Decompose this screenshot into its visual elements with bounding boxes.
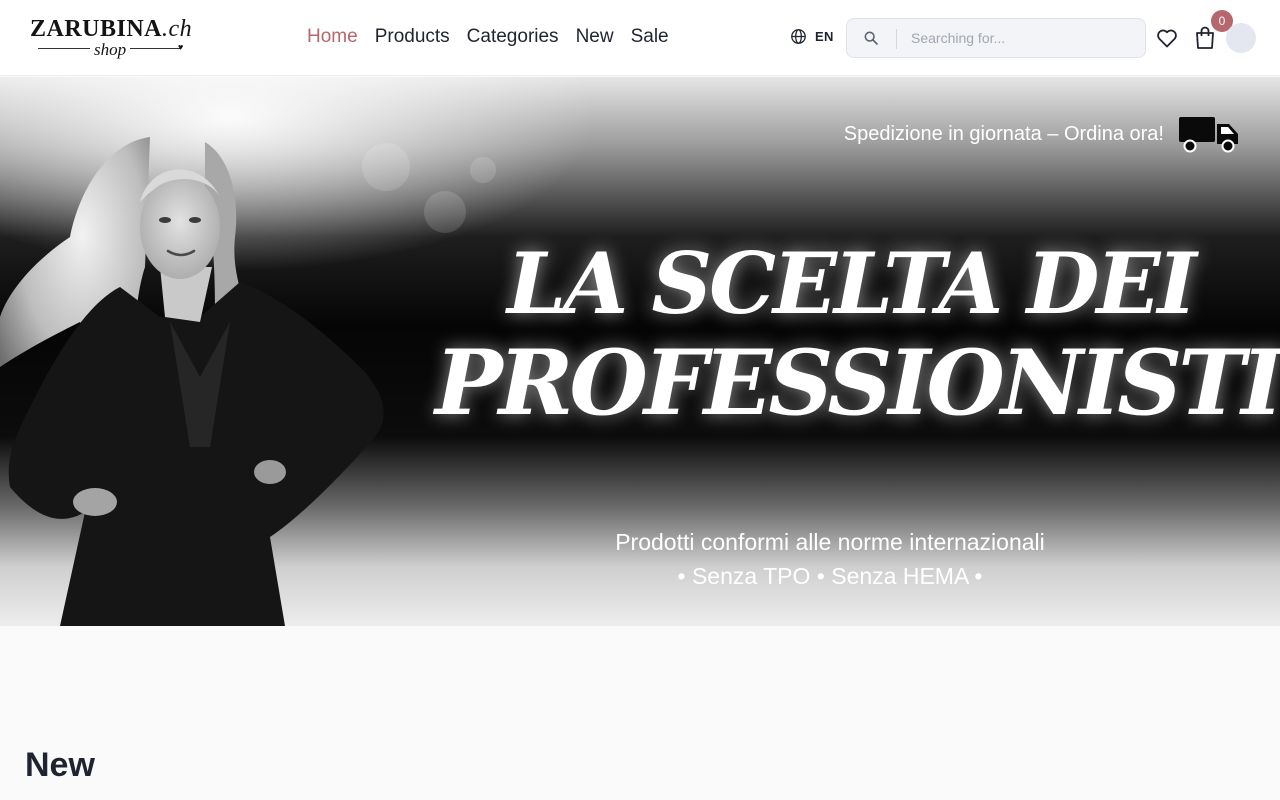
bokeh-light <box>470 157 496 183</box>
nav-categories[interactable]: Categories <box>467 26 559 48</box>
logo-domain-text: .ch <box>162 16 193 42</box>
logo-sub-text: shop <box>90 40 131 60</box>
shipping-notice[interactable]: Spedizione in giornata – Ordina ora! <box>844 115 1240 153</box>
language-label: EN <box>815 29 834 44</box>
subtitle-line-1: Prodotti conformi alle norme internazion… <box>615 529 1045 555</box>
logo[interactable]: ZARUBINA.ch shop ♥ <box>28 14 198 66</box>
search-icon[interactable] <box>863 30 879 46</box>
cart-button[interactable] <box>1193 25 1217 56</box>
subtitle-line-2: • Senza TPO • Senza HEMA • <box>677 563 983 589</box>
nav-sale[interactable]: Sale <box>631 26 669 48</box>
nav-products[interactable]: Products <box>375 26 450 48</box>
logo-heart-icon: ♥ <box>178 42 184 52</box>
hero-subtitle: Prodotti conformi alle norme internazion… <box>560 525 1100 593</box>
heart-icon <box>1157 29 1177 48</box>
logo-main-text: ZARUBINA <box>30 16 163 42</box>
hero-banner[interactable]: Spedizione in giornata – Ordina ora! LA … <box>0 77 1280 626</box>
model-photo <box>0 137 384 626</box>
hero-headline: LA SCELTA DEI PROFESSIONISTI <box>435 234 1280 436</box>
wishlist-button[interactable] <box>1155 26 1179 55</box>
nav-home[interactable]: Home <box>307 26 358 48</box>
search-input[interactable] <box>911 27 1131 49</box>
section-title-new: New <box>25 746 95 784</box>
truck-icon <box>1179 117 1238 153</box>
globe-icon <box>791 29 806 44</box>
bokeh-light <box>424 191 466 233</box>
shipping-text: Spedizione in giornata – Ordina ora! <box>843 122 1164 145</box>
site-header: ZARUBINA.ch shop ♥ Home Products Categor… <box>0 0 1280 76</box>
headline-line-1: LA SCELTA DEI <box>507 234 1197 333</box>
headline-line-2: PROFESSIONISTI <box>435 330 1280 436</box>
search-box <box>846 18 1146 58</box>
language-selector[interactable]: EN <box>790 28 834 45</box>
main-nav: Home Products Categories New Sale <box>307 26 669 48</box>
user-avatar[interactable] <box>1226 23 1256 53</box>
nav-new[interactable]: New <box>576 26 614 48</box>
search-divider <box>896 29 897 49</box>
